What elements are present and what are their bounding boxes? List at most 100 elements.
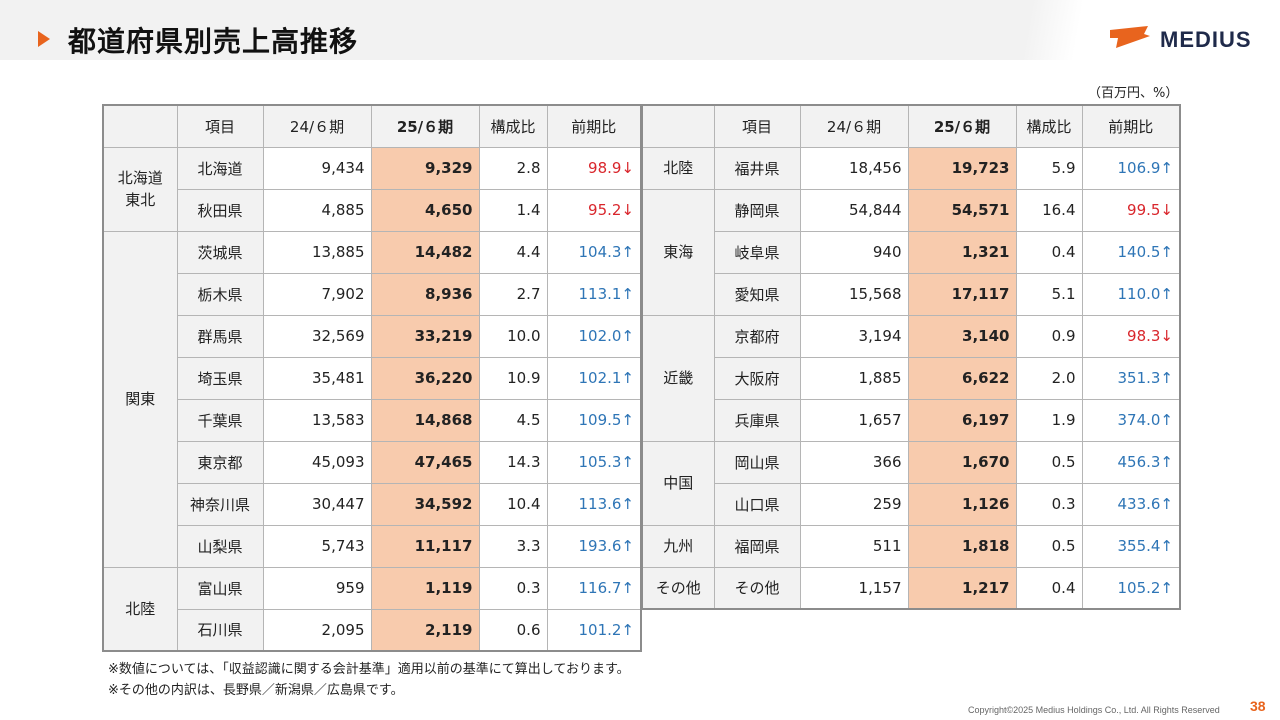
region-cell: 近畿 [641, 314, 715, 442]
current-value-cell: 1,119 [370, 566, 480, 610]
page-number: 38 [1250, 698, 1266, 714]
yoy-cell: 433.6↑ [1081, 482, 1181, 526]
prefecture-cell: 千葉県 [176, 398, 264, 442]
current-value-cell: 1,126 [907, 482, 1017, 526]
current-value-cell: 8,936 [370, 272, 480, 316]
prev-value-cell: 9,434 [262, 146, 372, 190]
ratio-cell: 0.5 [1015, 440, 1083, 484]
yoy-cell: 98.3↓ [1081, 314, 1181, 358]
ratio-cell: 1.4 [478, 188, 548, 232]
prefecture-cell: 埼玉県 [176, 356, 264, 400]
table-row: 千葉県 13,583 14,868 4.5 109.5↑ [103, 398, 642, 442]
prefecture-cell: 静岡県 [713, 188, 801, 232]
current-value-cell: 54,571 [907, 188, 1017, 232]
prefecture-cell: 京都府 [713, 314, 801, 358]
ratio-cell: 0.3 [478, 566, 548, 610]
title-arrow-icon [38, 31, 50, 47]
region-cell: 北陸 [641, 146, 715, 190]
region-cell: 北海道 東北 [102, 146, 178, 232]
prefecture-cell: 福岡県 [713, 524, 801, 568]
prev-value-cell: 13,885 [262, 230, 372, 274]
prefecture-cell: 山梨県 [176, 524, 264, 568]
prefecture-cell: 東京都 [176, 440, 264, 484]
current-period-header: 25/６期 [370, 104, 480, 148]
prefecture-cell: その他 [713, 566, 801, 610]
table-row: 石川県 2,095 2,119 0.6 101.2↑ [103, 608, 642, 652]
ratio-cell: 2.0 [1015, 356, 1083, 400]
region-cell: その他 [641, 566, 715, 610]
ratio-cell: 10.9 [478, 356, 548, 400]
prefecture-cell: 岡山県 [713, 440, 801, 484]
ratio-cell: 10.0 [478, 314, 548, 358]
yoy-cell: 193.6↑ [546, 524, 642, 568]
prev-value-cell: 18,456 [799, 146, 909, 190]
yoy-cell: 113.6↑ [546, 482, 642, 526]
ratio-cell: 0.6 [478, 608, 548, 652]
current-value-cell: 17,117 [907, 272, 1017, 316]
current-value-cell: 4,650 [370, 188, 480, 232]
prev-period-header: 24/６期 [262, 104, 372, 148]
current-value-cell: 47,465 [370, 440, 480, 484]
current-value-cell: 3,140 [907, 314, 1017, 358]
ratio-cell: 5.9 [1015, 146, 1083, 190]
prev-value-cell: 13,583 [262, 398, 372, 442]
prev-value-cell: 1,657 [799, 398, 909, 442]
prev-value-cell: 45,093 [262, 440, 372, 484]
prev-value-cell: 1,157 [799, 566, 909, 610]
item-header: 項目 [176, 104, 264, 148]
prefecture-cell: 石川県 [176, 608, 264, 652]
ratio-cell: 14.3 [478, 440, 548, 484]
current-value-cell: 1,670 [907, 440, 1017, 484]
table-row: 東海 静岡県 54,844 54,571 16.4 99.5↓ [641, 188, 1181, 316]
ratio-cell: 1.9 [1015, 398, 1083, 442]
table-row: 岐阜県 940 1,321 0.4 140.5↑ [642, 230, 1181, 274]
region-cell: 関東 [102, 230, 178, 568]
brand-logo: MEDIUS [1108, 24, 1258, 54]
prev-value-cell: 1,885 [799, 356, 909, 400]
ratio-cell: 0.3 [1015, 482, 1083, 526]
current-value-cell: 34,592 [370, 482, 480, 526]
ratio-cell: 16.4 [1015, 188, 1083, 232]
prev-value-cell: 5,743 [262, 524, 372, 568]
table-row: 兵庫県 1,657 6,197 1.9 374.0↑ [642, 398, 1181, 442]
yoy-cell: 113.1↑ [546, 272, 642, 316]
table-row: 秋田県 4,885 4,650 1.4 95.2↓ [103, 188, 642, 232]
prefecture-cell: 栃木県 [176, 272, 264, 316]
ratio-cell: 4.5 [478, 398, 548, 442]
current-value-cell: 2,119 [370, 608, 480, 652]
ratio-cell: 2.8 [478, 146, 548, 190]
region-cell: 東海 [641, 188, 715, 316]
yoy-cell: 351.3↑ [1081, 356, 1181, 400]
table-row: 九州 福岡県 511 1,818 0.5 355.4↑ [641, 524, 1181, 568]
prev-value-cell: 2,095 [262, 608, 372, 652]
item-header: 項目 [713, 104, 801, 148]
unit-note: （百万円、%） [1088, 86, 1179, 101]
prefecture-cell: 兵庫県 [713, 398, 801, 442]
yoy-cell: 140.5↑ [1081, 230, 1181, 274]
left-sales-table: 項目 24/６期 25/６期 構成比 前期比 北海道 東北 北海道 9,434 9,32… [102, 104, 642, 652]
region-header [641, 104, 715, 148]
current-value-cell: 6,197 [907, 398, 1017, 442]
ratio-cell: 5.1 [1015, 272, 1083, 316]
table-row: 大阪府 1,885 6,622 2.0 351.3↑ [642, 356, 1181, 400]
header-row: 項目 24/６期 25/６期 構成比 前期比 [641, 104, 1181, 148]
yoy-cell: 99.5↓ [1081, 188, 1181, 232]
prev-value-cell: 54,844 [799, 188, 909, 232]
current-value-cell: 11,117 [370, 524, 480, 568]
ratio-cell: 2.7 [478, 272, 548, 316]
yoy-cell: 374.0↑ [1081, 398, 1181, 442]
yoy-cell: 104.3↑ [546, 230, 642, 274]
current-value-cell: 33,219 [370, 314, 480, 358]
ratio-cell: 0.4 [1015, 230, 1083, 274]
prefecture-cell: 大阪府 [713, 356, 801, 400]
table-row: 神奈川県 30,447 34,592 10.4 113.6↑ [103, 482, 642, 526]
table-row: 北陸 福井県 18,456 19,723 5.9 106.9↑ [641, 146, 1181, 190]
yoy-cell: 355.4↑ [1081, 524, 1181, 568]
table-row: 関東 茨城県 13,885 14,482 4.4 104.3↑ [102, 230, 642, 568]
region-cell: 九州 [641, 524, 715, 568]
prev-value-cell: 35,481 [262, 356, 372, 400]
table-row: 近畿 京都府 3,194 3,140 0.9 98.3↓ [641, 314, 1181, 442]
prefecture-cell: 群馬県 [176, 314, 264, 358]
current-period-header: 25/６期 [907, 104, 1017, 148]
current-value-cell: 14,868 [370, 398, 480, 442]
